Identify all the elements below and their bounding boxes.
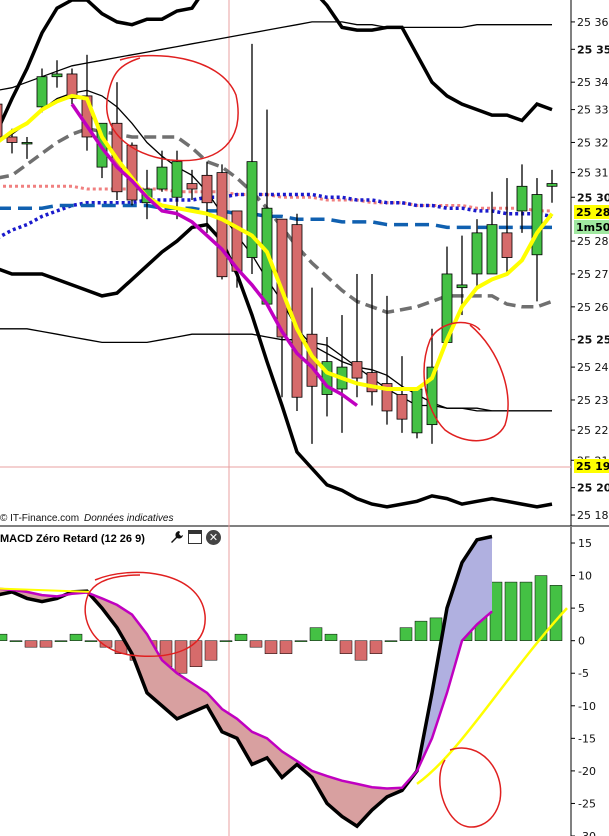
hist-bar-down (279, 640, 293, 654)
hist-bar-down (369, 640, 383, 654)
hist-bar-down (249, 640, 263, 648)
hist-bar-down (339, 640, 353, 654)
close-icon[interactable]: ✕ (206, 530, 221, 545)
macd-tick-label: 5 (578, 602, 585, 615)
hist-bar-up (504, 581, 518, 641)
macd-chart: 15 10 5 0 -5 -10 -15 -20 -25 -30 (0, 527, 596, 836)
hist-bar-up (324, 633, 338, 641)
macd-tick-label: -20 (578, 765, 596, 778)
macd-tick-label: -30 (578, 830, 596, 836)
macd-tick-label: -10 (578, 700, 596, 713)
hist-bar-down (174, 640, 188, 674)
chart-root: 25 36 25 35 25 34 25 33 25 32 25 31 25 30 25 28… (0, 0, 609, 836)
window-icon[interactable] (188, 530, 202, 544)
macd-tick-label: -15 (578, 732, 596, 745)
macd-tick-label: 0 (578, 635, 585, 648)
hist-bar-up (549, 585, 563, 641)
macd-tick-label: 15 (578, 537, 592, 550)
hist-bar-up (84, 640, 98, 642)
macd-tick-label: -5 (578, 667, 589, 680)
hist-bar-up (534, 575, 548, 641)
macd-tick-label: -25 (578, 797, 596, 810)
hist-bar-down (264, 640, 278, 654)
hist-bar-down (24, 640, 38, 648)
hist-bar-up (54, 640, 68, 642)
hist-bar-up (414, 620, 428, 641)
hist-bar-down (354, 640, 368, 661)
hist-bar-up (399, 627, 413, 641)
hist-bar-up (234, 633, 248, 641)
hist-bar-down (39, 640, 53, 648)
annotation-circle (439, 747, 502, 828)
hist-bar-up (294, 640, 308, 642)
macd-fill-segment (477, 536, 492, 625)
hist-bar-up (0, 633, 8, 641)
hist-bar-up (309, 627, 323, 641)
hist-bar-up (519, 581, 533, 641)
macd-tick-label: 10 (578, 570, 592, 583)
hist-bar-up (69, 633, 83, 641)
hist-bar-up (9, 640, 23, 642)
hist-bar-up (219, 640, 233, 642)
hist-bar-up (384, 640, 398, 642)
hist-bar-down (204, 640, 218, 661)
wrench-icon[interactable] (170, 530, 184, 544)
